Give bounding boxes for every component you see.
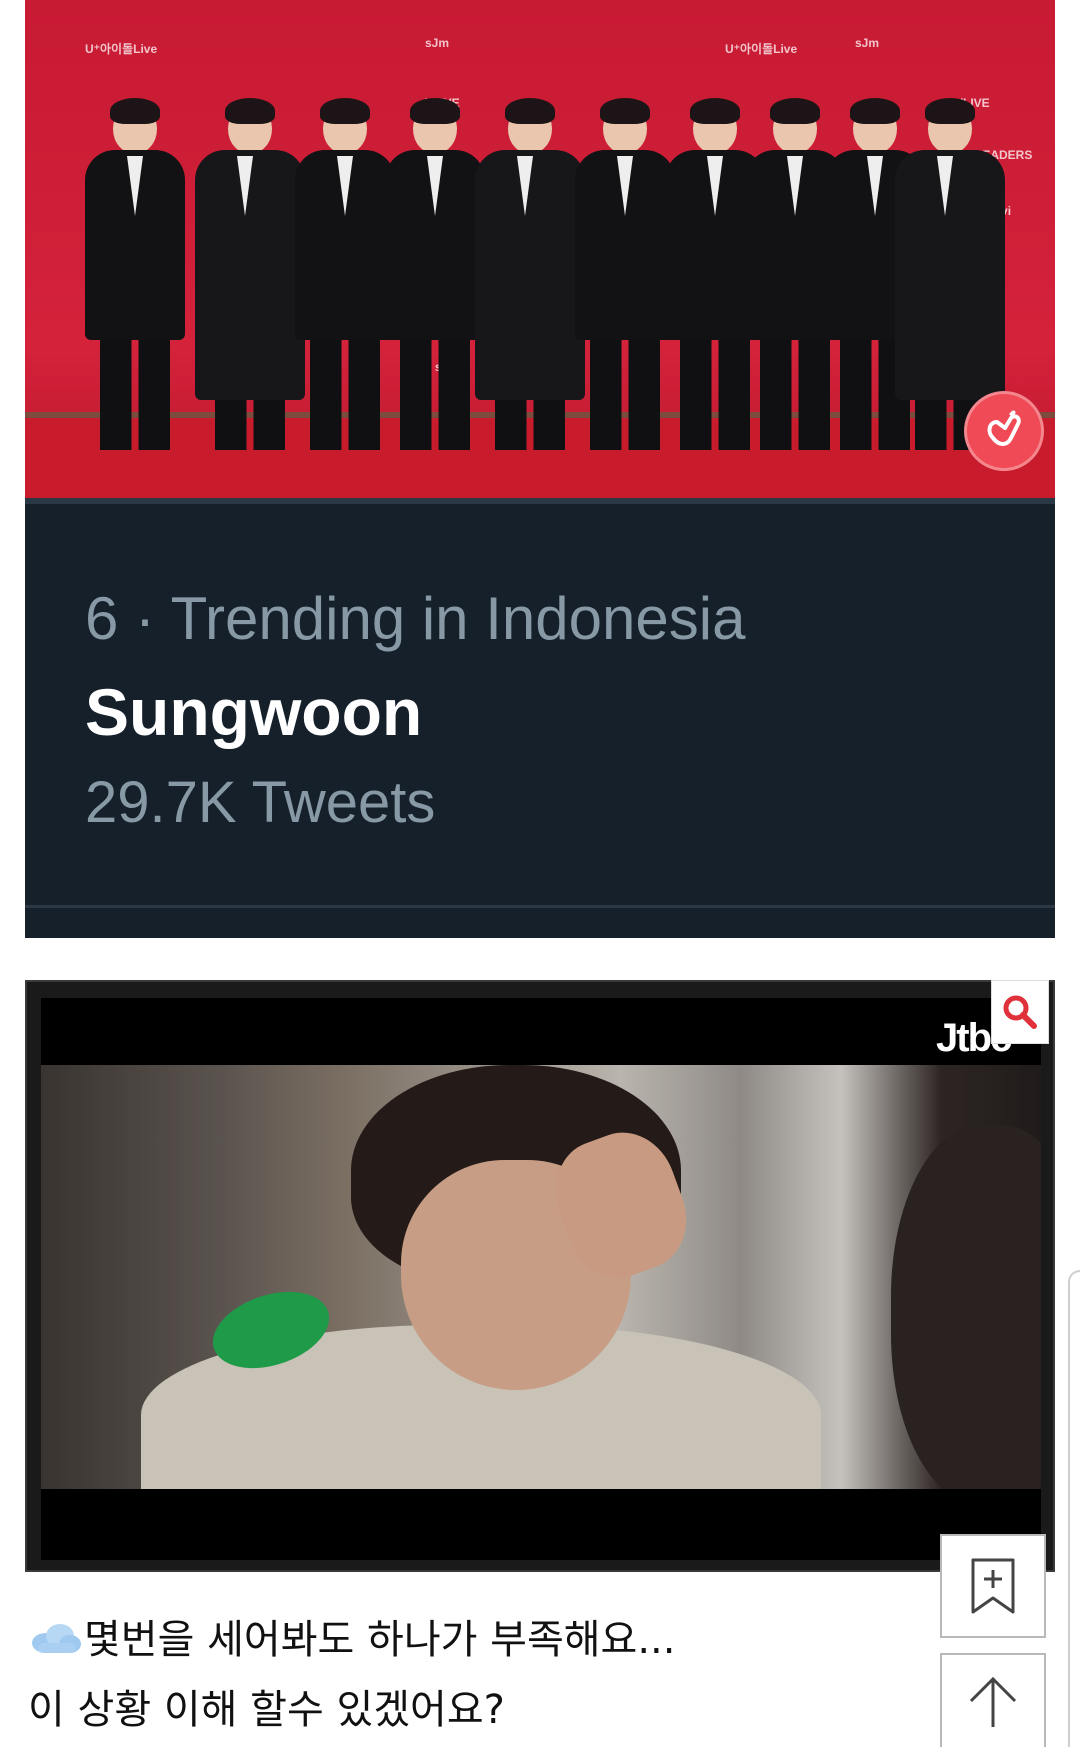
finger-heart-icon: [987, 410, 1021, 446]
backdrop-logo: U⁺아이돌Live: [85, 42, 158, 56]
backdrop-logo: U⁺아이돌Live: [725, 42, 798, 56]
member-figure: [195, 98, 305, 450]
scroll-edge: [1068, 1270, 1080, 1747]
scroll-top-button[interactable]: [940, 1653, 1046, 1747]
trend-topic: Sungwoon: [85, 675, 423, 749]
trend-rank-location: 6 · Trending in Indonesia: [85, 585, 746, 652]
caption-line-2: 이 상황 이해 할수 있겠어요?: [28, 1687, 505, 1733]
caption-text-1: 몇번을 세어봐도 하나가 부족해요...: [84, 1617, 676, 1663]
drama-still-photo[interactable]: Jtbc: [41, 998, 1041, 1560]
twitter-trend-card[interactable]: 6 · Trending in Indonesia Sungwoon 29.7K…: [25, 498, 1055, 938]
bookmark-button[interactable]: [940, 1534, 1046, 1638]
member-figure: [475, 98, 585, 450]
arrow-up-icon: [969, 1676, 1017, 1727]
member-figure: [295, 98, 395, 450]
group-photo-card: U⁺아이돌Live sJm U⁺아이돌Live sJm VLIVE VLIVE …: [25, 0, 1055, 938]
member-figure: [575, 98, 675, 450]
cloud-icon: [32, 1624, 81, 1653]
red-carpet-photo[interactable]: U⁺아이돌Live sJm U⁺아이돌Live sJm VLIVE VLIVE …: [25, 0, 1055, 498]
caption-line-1: 몇번을 세어봐도 하나가 부족해요...: [28, 1605, 676, 1675]
finger-heart-button[interactable]: [964, 391, 1044, 471]
trend-tweet-count: 29.7K Tweets: [85, 770, 436, 835]
backdrop-logo: sJm: [855, 36, 880, 50]
scene-image: [41, 1065, 1041, 1489]
drama-still-card: Jtbc: [25, 980, 1055, 1572]
member-figure: [85, 98, 185, 450]
divider: [25, 905, 1055, 908]
backdrop-logo: sJm: [425, 36, 450, 50]
zoom-button[interactable]: [991, 980, 1049, 1044]
member-figure: [385, 98, 485, 450]
search-icon: [1003, 995, 1037, 1029]
bookmark-add-icon: [971, 1558, 1015, 1614]
post-caption: 몇번을 세어봐도 하나가 부족해요... 이 상황 이해 할수 있겠어요?: [28, 1605, 676, 1745]
